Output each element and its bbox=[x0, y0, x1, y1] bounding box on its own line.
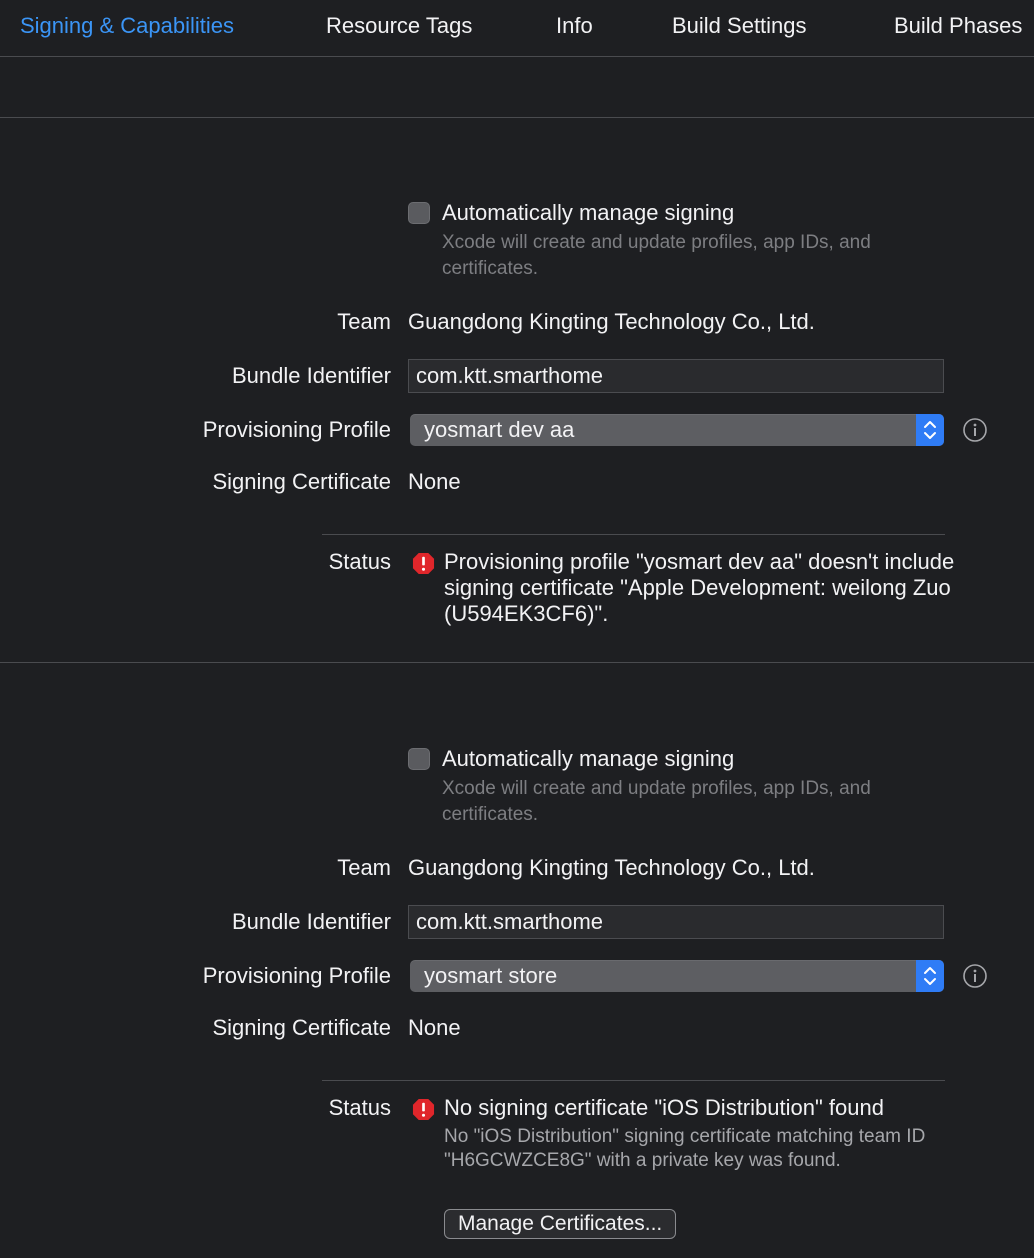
provisioning-profile-value: yosmart dev aa bbox=[424, 417, 575, 442]
signing-capabilities-page: Signing & Capabilities Resource Tags Inf… bbox=[0, 0, 1034, 1258]
tab-resource-tags[interactable]: Resource Tags bbox=[326, 12, 472, 40]
popup-stepper bbox=[916, 960, 944, 992]
auto-signing-checkbox[interactable] bbox=[408, 748, 430, 770]
auto-signing-checkbox[interactable] bbox=[408, 202, 430, 224]
error-icon bbox=[412, 552, 435, 575]
toolbar-separator bbox=[0, 117, 1034, 118]
provisioning-profile-label: Provisioning Profile bbox=[202, 417, 391, 442]
tab-info[interactable]: Info bbox=[556, 12, 593, 40]
chevron-up-down-icon bbox=[924, 421, 936, 439]
editor-tab-bar: Signing & Capabilities Resource Tags Inf… bbox=[0, 0, 1034, 57]
bundle-identifier-field[interactable]: com.ktt.smarthome bbox=[408, 905, 944, 939]
auto-signing-label[interactable]: Automatically manage signing bbox=[442, 745, 734, 773]
status-message: Provisioning profile "yosmart dev aa" do… bbox=[444, 549, 955, 626]
tab-build-phases[interactable]: Build Phases bbox=[894, 12, 1022, 40]
provisioning-profile-popup[interactable]: yosmart store bbox=[410, 960, 944, 992]
auto-signing-help-text: Xcode will create and update profiles, a… bbox=[442, 778, 871, 825]
bundle-identifier-label: Bundle Identifier bbox=[232, 909, 391, 934]
provisioning-profile-label: Provisioning Profile bbox=[202, 963, 391, 988]
signing-section-release: Automatically manage signing Xcode will … bbox=[0, 745, 1034, 1258]
status-message: No signing certificate "iOS Distribution… bbox=[444, 1095, 884, 1120]
provisioning-profile-value: yosmart store bbox=[424, 963, 558, 988]
bundle-identifier-field[interactable]: com.ktt.smarthome bbox=[408, 359, 944, 393]
auto-signing-help-text: Xcode will create and update profiles, a… bbox=[442, 232, 871, 279]
bundle-identifier-label: Bundle Identifier bbox=[232, 363, 391, 388]
auto-signing-label[interactable]: Automatically manage signing bbox=[442, 199, 734, 227]
chevron-up-down-icon bbox=[924, 967, 936, 985]
tab-signing-capabilities[interactable]: Signing & Capabilities bbox=[20, 12, 234, 40]
status-divider bbox=[322, 534, 945, 535]
signing-certificate-value: None bbox=[408, 1015, 461, 1040]
error-icon bbox=[412, 1098, 435, 1121]
info-icon[interactable] bbox=[963, 964, 987, 988]
provisioning-profile-popup[interactable]: yosmart dev aa bbox=[410, 414, 944, 446]
team-value: Guangdong Kingting Technology Co., Ltd. bbox=[408, 855, 815, 880]
signing-section-debug: Automatically manage signing Xcode will … bbox=[0, 199, 1034, 662]
status-detail: No "iOS Distribution" signing certificat… bbox=[444, 1126, 926, 1171]
status-divider bbox=[322, 1080, 945, 1081]
status-label: Status bbox=[328, 1095, 391, 1120]
popup-stepper bbox=[916, 414, 944, 446]
team-label: Team bbox=[337, 855, 391, 880]
team-value: Guangdong Kingting Technology Co., Ltd. bbox=[408, 309, 815, 334]
section-separator bbox=[0, 662, 1034, 663]
signing-certificate-value: None bbox=[408, 469, 461, 494]
tab-build-settings[interactable]: Build Settings bbox=[672, 12, 807, 40]
info-icon[interactable] bbox=[963, 418, 987, 442]
manage-certificates-button[interactable]: Manage Certificates... bbox=[444, 1209, 677, 1239]
status-label: Status bbox=[328, 549, 391, 574]
signing-certificate-label: Signing Certificate bbox=[212, 1015, 391, 1040]
team-label: Team bbox=[337, 309, 391, 334]
signing-certificate-label: Signing Certificate bbox=[212, 469, 391, 494]
